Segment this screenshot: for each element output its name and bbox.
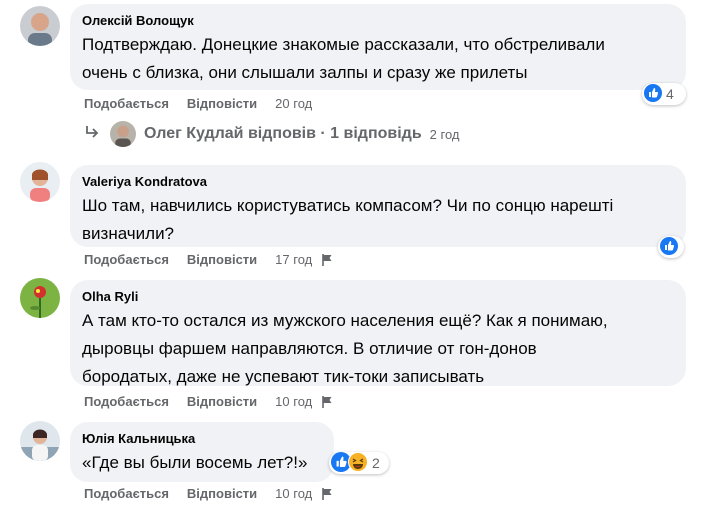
- flag-icon[interactable]: [320, 395, 334, 412]
- like-button[interactable]: Подобається: [84, 486, 169, 501]
- reaction-summary[interactable]: 2: [329, 451, 389, 475]
- flag-icon[interactable]: [320, 487, 334, 504]
- flag-icon[interactable]: [320, 253, 334, 270]
- like-icon: [660, 236, 678, 258]
- avatar[interactable]: [20, 162, 60, 202]
- like-icon: [644, 83, 662, 105]
- reply-button[interactable]: Відповісти: [187, 394, 257, 409]
- timestamp[interactable]: 2 год: [430, 127, 460, 142]
- reaction-summary[interactable]: 4: [642, 83, 686, 105]
- avatar[interactable]: [20, 6, 60, 46]
- comment-author[interactable]: Olha Ryli: [82, 288, 674, 305]
- comment-text-line: А там кто-то остался из мужского населен…: [82, 311, 608, 330]
- timestamp[interactable]: 10 год: [275, 486, 312, 501]
- comment-bubble: Valeriya Kondratova Шо там, навчились ко…: [70, 165, 686, 247]
- reaction-count: 4: [666, 86, 674, 102]
- haha-icon: [348, 451, 368, 475]
- reply-arrow-icon: [84, 124, 100, 145]
- comment-text-line: очень с близка, они слышали залпы и сраз…: [82, 63, 528, 82]
- comment-actions: Подобається Відповісти 10 год: [84, 394, 334, 412]
- comment-text-line: «Где вы были восемь лет?!»: [82, 453, 308, 472]
- comment-author[interactable]: Юлія Кальницька: [82, 430, 322, 447]
- avatar[interactable]: [20, 278, 60, 318]
- reply-thread-text[interactable]: Олег Кудлай відповів · 1 відповідь: [144, 125, 422, 143]
- comment-text-line: бородатых, даже не успевают тик-токи зап…: [82, 367, 485, 386]
- reply-button[interactable]: Відповісти: [187, 96, 257, 111]
- like-button[interactable]: Подобається: [84, 96, 169, 111]
- comment-actions: Подобається Відповісти 17 год: [84, 252, 334, 270]
- comment-actions: Подобається Відповісти 20 год: [84, 96, 320, 111]
- timestamp[interactable]: 17 год: [275, 252, 312, 267]
- timestamp[interactable]: 20 год: [275, 96, 312, 111]
- comment-text-line: дыровцы фаршем направляются. В отличие о…: [82, 339, 537, 358]
- like-button[interactable]: Подобається: [84, 394, 169, 409]
- reply-button[interactable]: Відповісти: [187, 486, 257, 501]
- comment-bubble: Olha Ryli А там кто-то остался из мужско…: [70, 280, 686, 386]
- comment-author[interactable]: Valeriya Kondratova: [82, 173, 674, 190]
- comment-bubble: Олексій Волощук Подтверждаю. Донецкие зн…: [70, 4, 686, 90]
- avatar: [110, 121, 136, 147]
- comment-text-line: визначили?: [82, 224, 175, 243]
- avatar[interactable]: [20, 421, 60, 461]
- reply-thread-link[interactable]: Олег Кудлай відповів · 1 відповідь 2 год: [84, 121, 460, 147]
- timestamp[interactable]: 10 год: [275, 394, 312, 409]
- reaction-count: 2: [372, 455, 380, 471]
- comment-bubble: Юлія Кальницька «Где вы были восемь лет?…: [70, 422, 334, 482]
- comment-author[interactable]: Олексій Волощук: [82, 12, 674, 29]
- comment-text-line: Подтверждаю. Донецкие знакомые рассказал…: [82, 35, 605, 54]
- comment-text-line: Шо там, навчились користуватись компасом…: [82, 196, 614, 215]
- reply-button[interactable]: Відповісти: [187, 252, 257, 267]
- reaction-summary[interactable]: [658, 236, 684, 258]
- comment-actions: Подобається Відповісти 10 год: [84, 486, 334, 504]
- like-button[interactable]: Подобається: [84, 252, 169, 267]
